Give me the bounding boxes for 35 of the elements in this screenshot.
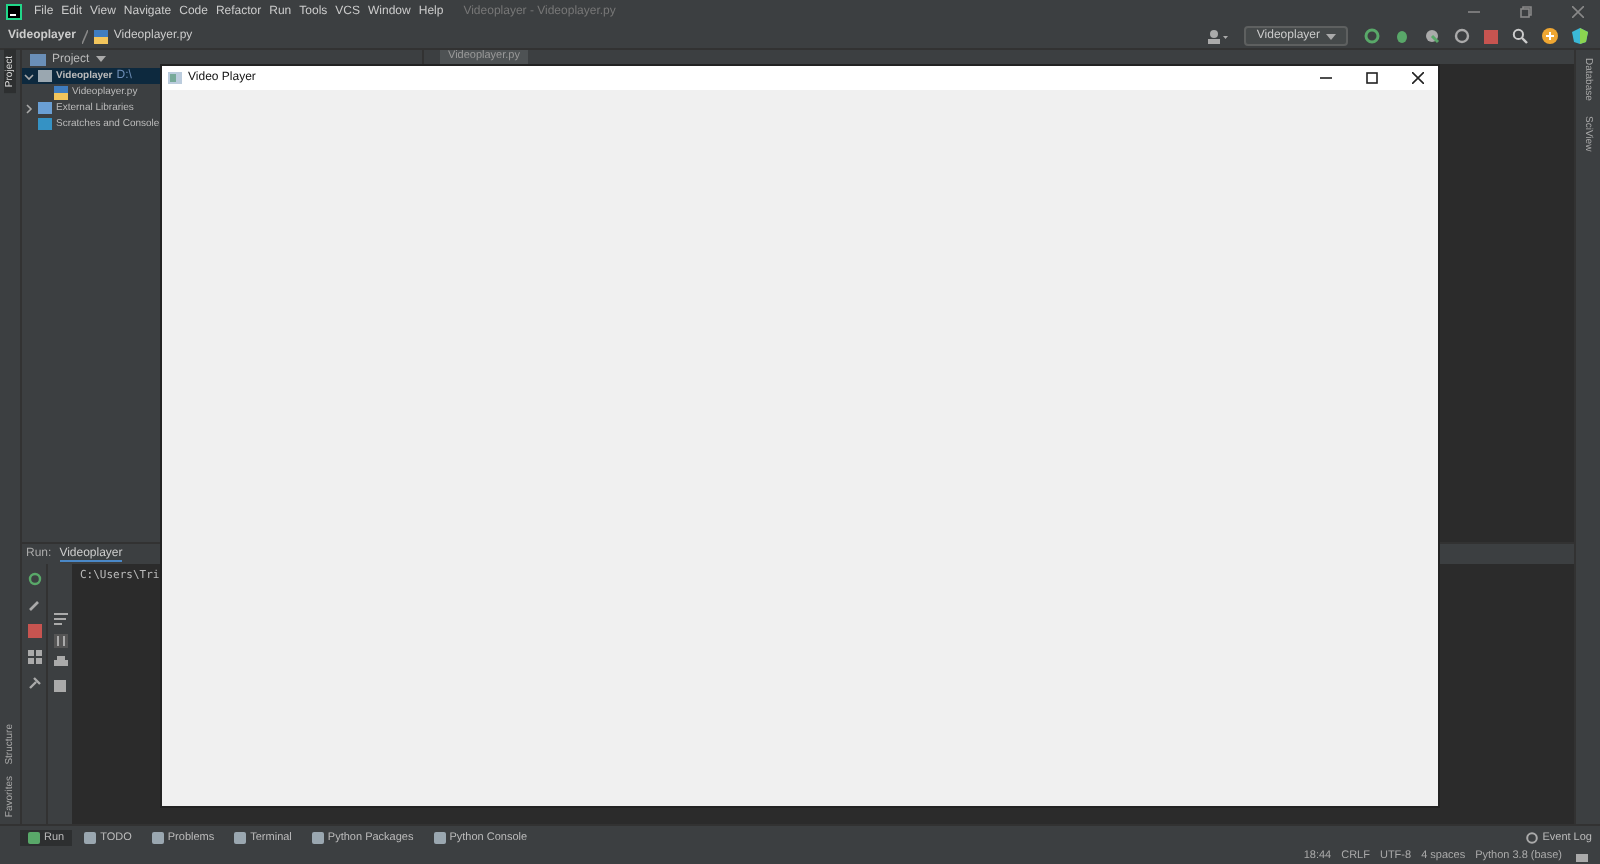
user-icon[interactable] [1208, 29, 1229, 43]
separator-icon [81, 29, 88, 43]
dropdown-icon[interactable] [1326, 33, 1336, 39]
maximize-icon[interactable] [1366, 72, 1378, 84]
python-file-icon [93, 29, 108, 43]
lock-icon[interactable] [1576, 850, 1588, 862]
app-logo-icon [6, 4, 22, 20]
event-log-icon [1526, 831, 1539, 843]
tool-window-icon [84, 831, 97, 843]
dropdown-icon[interactable] [95, 56, 106, 62]
plugin-icon[interactable] [1572, 28, 1588, 44]
tool-window-icon [311, 831, 324, 843]
print-icon[interactable] [53, 656, 67, 670]
python-file-icon [54, 85, 68, 99]
layout-icon[interactable] [27, 650, 41, 664]
wrap-icon[interactable] [53, 612, 67, 626]
tool-window-icon [151, 831, 164, 843]
stop-icon[interactable] [27, 624, 41, 638]
app-icon [168, 72, 182, 84]
tool-window-icon [433, 831, 446, 843]
rerun-icon[interactable] [27, 572, 41, 586]
restore-icon[interactable] [1520, 6, 1532, 18]
debug-icon[interactable] [1394, 28, 1410, 44]
chevron-icon[interactable] [24, 71, 34, 81]
close-icon[interactable] [1412, 72, 1424, 84]
chevron-icon[interactable] [24, 103, 34, 113]
profile-icon[interactable] [1454, 28, 1470, 44]
stop-icon[interactable] [1484, 29, 1498, 43]
minimize-icon[interactable] [1320, 72, 1332, 84]
search-icon[interactable] [1512, 28, 1528, 44]
update-icon[interactable] [1542, 28, 1558, 44]
coverage-icon[interactable] [1424, 28, 1440, 44]
tool-window-icon [234, 831, 247, 843]
rerun-icon[interactable] [1364, 28, 1380, 44]
tool-window-icon [28, 831, 40, 843]
